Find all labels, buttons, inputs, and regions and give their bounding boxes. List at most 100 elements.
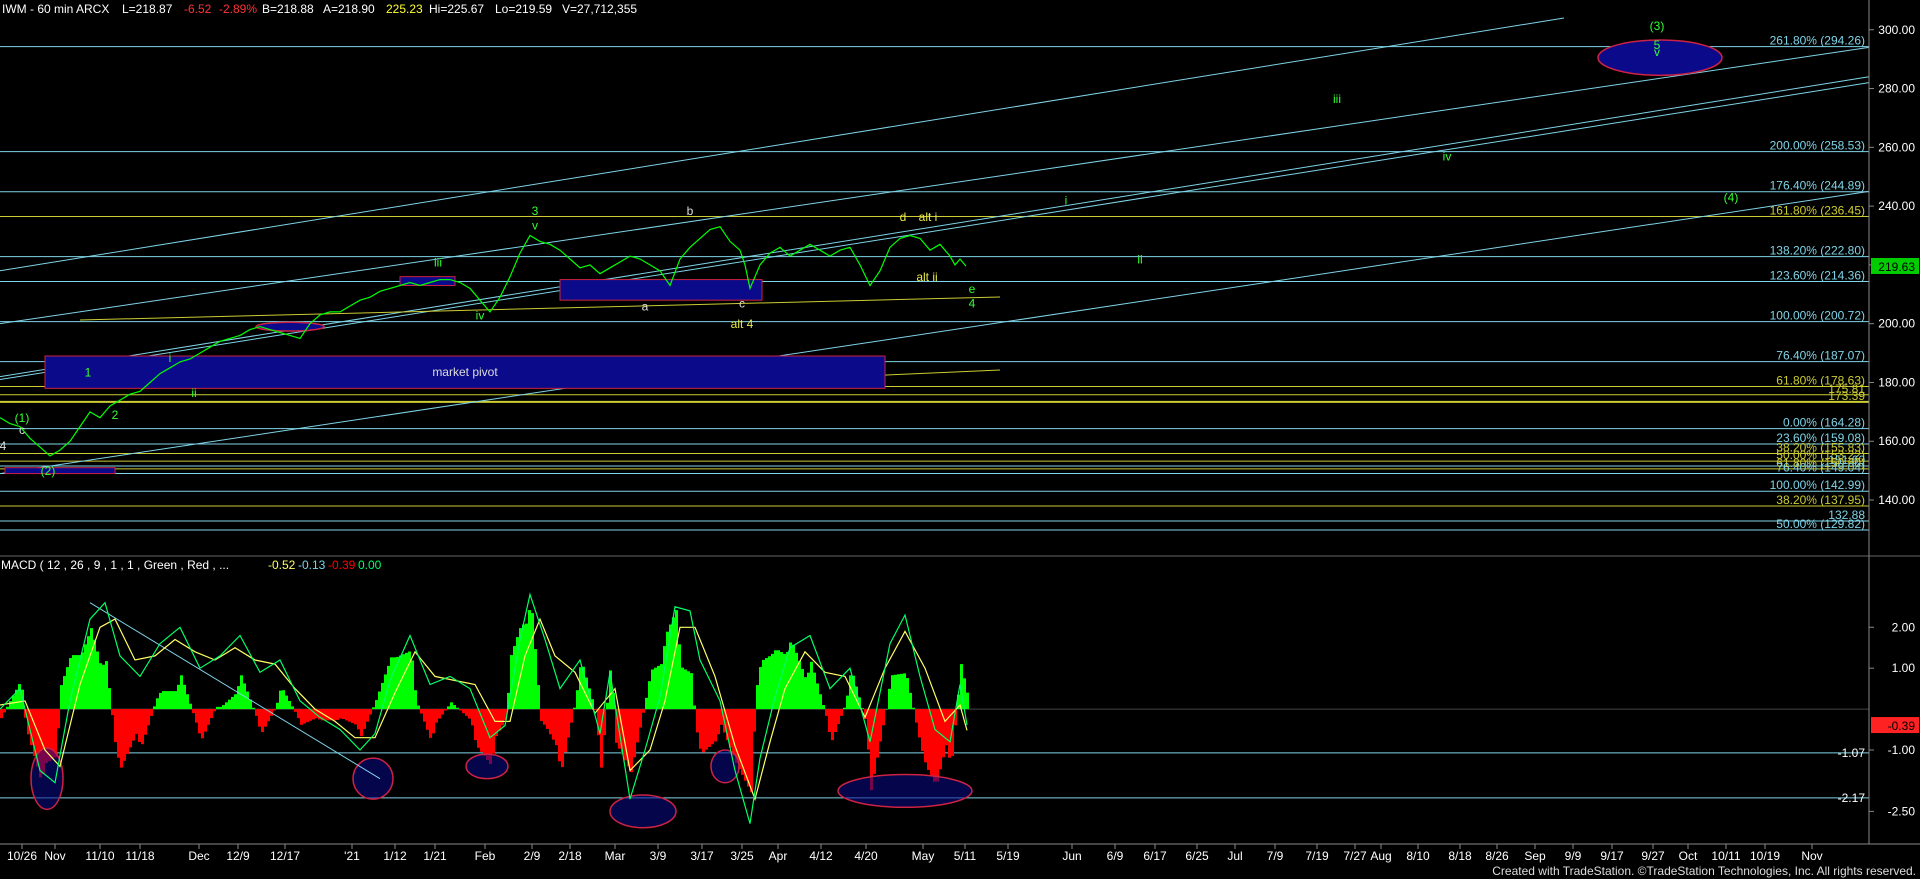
y-tick-label: 260.00 bbox=[1878, 140, 1915, 154]
wave-label: d bbox=[900, 210, 907, 224]
macd-histogram-bar bbox=[594, 709, 597, 710]
macd-y-tick-label: 2.00 bbox=[1892, 620, 1916, 634]
macd-histogram-bar bbox=[225, 702, 228, 710]
macd-histogram-bar bbox=[90, 628, 93, 710]
macd-histogram-bar bbox=[483, 709, 486, 756]
header-change: -6.52 bbox=[184, 2, 212, 16]
macd-histogram-bar bbox=[174, 691, 177, 710]
macd-ellipse bbox=[30, 747, 64, 811]
macd-histogram-bar bbox=[813, 672, 816, 710]
macd-histogram-bar bbox=[246, 691, 249, 710]
y-tick-label: 180.00 bbox=[1878, 375, 1915, 389]
x-tick-label: 5/19 bbox=[996, 849, 1020, 863]
macd-histogram-bar bbox=[561, 709, 564, 768]
macd-histogram-bar bbox=[66, 667, 69, 710]
wave-label: iii bbox=[434, 255, 442, 269]
macd-histogram-bar bbox=[831, 709, 834, 741]
x-tick-label: 5/11 bbox=[954, 849, 977, 863]
zone-label: market pivot bbox=[432, 365, 498, 379]
header-symbol: IWM - 60 min ARCX bbox=[2, 2, 109, 16]
macd-histogram-bar bbox=[654, 667, 657, 710]
macd-histogram-bar bbox=[216, 706, 219, 710]
fib-level-label: 173.39 bbox=[1828, 389, 1865, 403]
macd-histogram-bar bbox=[705, 709, 708, 750]
fib-level-label: 0.00% (164.28) bbox=[1783, 416, 1865, 430]
macd-histogram-bar bbox=[606, 702, 609, 710]
macd-histogram-bar bbox=[228, 699, 231, 710]
macd-histogram-bar bbox=[354, 709, 357, 725]
macd-histogram-bar bbox=[642, 709, 645, 713]
last-price-label: 219.63 bbox=[1878, 260, 1915, 274]
macd-histogram-bar bbox=[255, 709, 258, 716]
fib-level-label: 200.00% (258.53) bbox=[1770, 139, 1865, 153]
macd-histogram-bar bbox=[369, 709, 372, 715]
fib-level-label: 100.00% (142.99) bbox=[1770, 478, 1865, 492]
macd-histogram-bar bbox=[165, 691, 168, 710]
macd-histogram-bar bbox=[717, 709, 720, 735]
macd-histogram-bar bbox=[879, 709, 882, 742]
macd-histogram-bar bbox=[99, 663, 102, 710]
macd-histogram-bar bbox=[900, 673, 903, 710]
target-ellipse bbox=[255, 321, 325, 332]
macd-histogram-bar bbox=[405, 652, 408, 710]
macd-histogram-bar bbox=[702, 709, 705, 753]
wave-label: e bbox=[969, 282, 976, 296]
macd-histogram-bar bbox=[198, 709, 201, 734]
macd-histogram-bar bbox=[285, 695, 288, 710]
macd-histogram-bar bbox=[138, 709, 141, 742]
header-low: Lo=219.59 bbox=[495, 2, 552, 16]
macd-histogram-bar bbox=[93, 639, 96, 710]
x-tick-label: 11/10 bbox=[85, 849, 114, 863]
macd-histogram-bar bbox=[294, 709, 297, 712]
macd-histogram-bar bbox=[867, 709, 870, 750]
wave-label: 4 bbox=[969, 297, 976, 311]
macd-histogram-bar bbox=[633, 709, 636, 758]
macd-histogram-bar bbox=[207, 709, 210, 725]
macd-histogram-bar bbox=[921, 709, 924, 752]
x-tick-label: 12/17 bbox=[270, 849, 300, 863]
wave-label: alt i bbox=[919, 210, 938, 224]
wave-label: c bbox=[739, 297, 745, 311]
x-tick-label: Aug bbox=[1370, 849, 1391, 863]
x-tick-label: 7/27 bbox=[1343, 849, 1367, 863]
fib-level-label: 261.80% (294.26) bbox=[1770, 34, 1865, 48]
macd-histogram-bar bbox=[759, 667, 762, 710]
macd-histogram-bar bbox=[579, 667, 582, 710]
macd-histogram-bar bbox=[117, 709, 120, 758]
macd-histogram-bar bbox=[393, 657, 396, 710]
x-tick-label: 3/9 bbox=[650, 849, 667, 863]
macd-histogram-bar bbox=[183, 684, 186, 710]
macd-histogram-bar bbox=[378, 691, 381, 710]
macd-histogram-bar bbox=[363, 709, 366, 729]
x-tick-label: Nov bbox=[1801, 849, 1822, 863]
wave-label: 1 bbox=[85, 366, 92, 380]
fib-level-label: 123.60% (214.36) bbox=[1770, 268, 1865, 282]
macd-histogram-bar bbox=[189, 703, 192, 710]
macd-histogram-bar bbox=[432, 709, 435, 734]
macd-histogram-bar bbox=[372, 707, 375, 710]
macd-histogram-bar bbox=[210, 709, 213, 719]
macd-histogram-bar bbox=[537, 685, 540, 710]
macd-histogram-bar bbox=[420, 709, 423, 714]
y-tick-label: 200.00 bbox=[1878, 317, 1915, 331]
x-tick-label: Nov bbox=[44, 849, 65, 863]
macd-histogram-bar bbox=[402, 654, 405, 710]
x-tick-label: 10/26 bbox=[7, 849, 37, 863]
macd-histogram-bar bbox=[837, 709, 840, 724]
macd-histogram-bar bbox=[675, 610, 678, 710]
macd-histogram-bar bbox=[828, 709, 831, 733]
pivot-zone bbox=[399, 276, 456, 286]
x-tick-label: 4/12 bbox=[809, 849, 833, 863]
x-tick-label: 6/17 bbox=[1143, 849, 1167, 863]
macd-histogram-bar bbox=[966, 692, 969, 710]
x-tick-label: Jun bbox=[1062, 849, 1081, 863]
macd-histogram-bar bbox=[750, 709, 753, 793]
macd-histogram-bar bbox=[192, 709, 195, 714]
macd-histogram-bar bbox=[573, 707, 576, 710]
stock-chart: 261.80% (294.26)200.00% (258.53)176.40% … bbox=[0, 0, 1920, 879]
macd-histogram-bar bbox=[135, 709, 138, 734]
fib-level-label: 138.20% (222.80) bbox=[1770, 244, 1865, 258]
macd-histogram-bar bbox=[360, 709, 363, 737]
macd-histogram-bar bbox=[570, 709, 573, 723]
header-bid: B=218.88 bbox=[262, 2, 314, 16]
